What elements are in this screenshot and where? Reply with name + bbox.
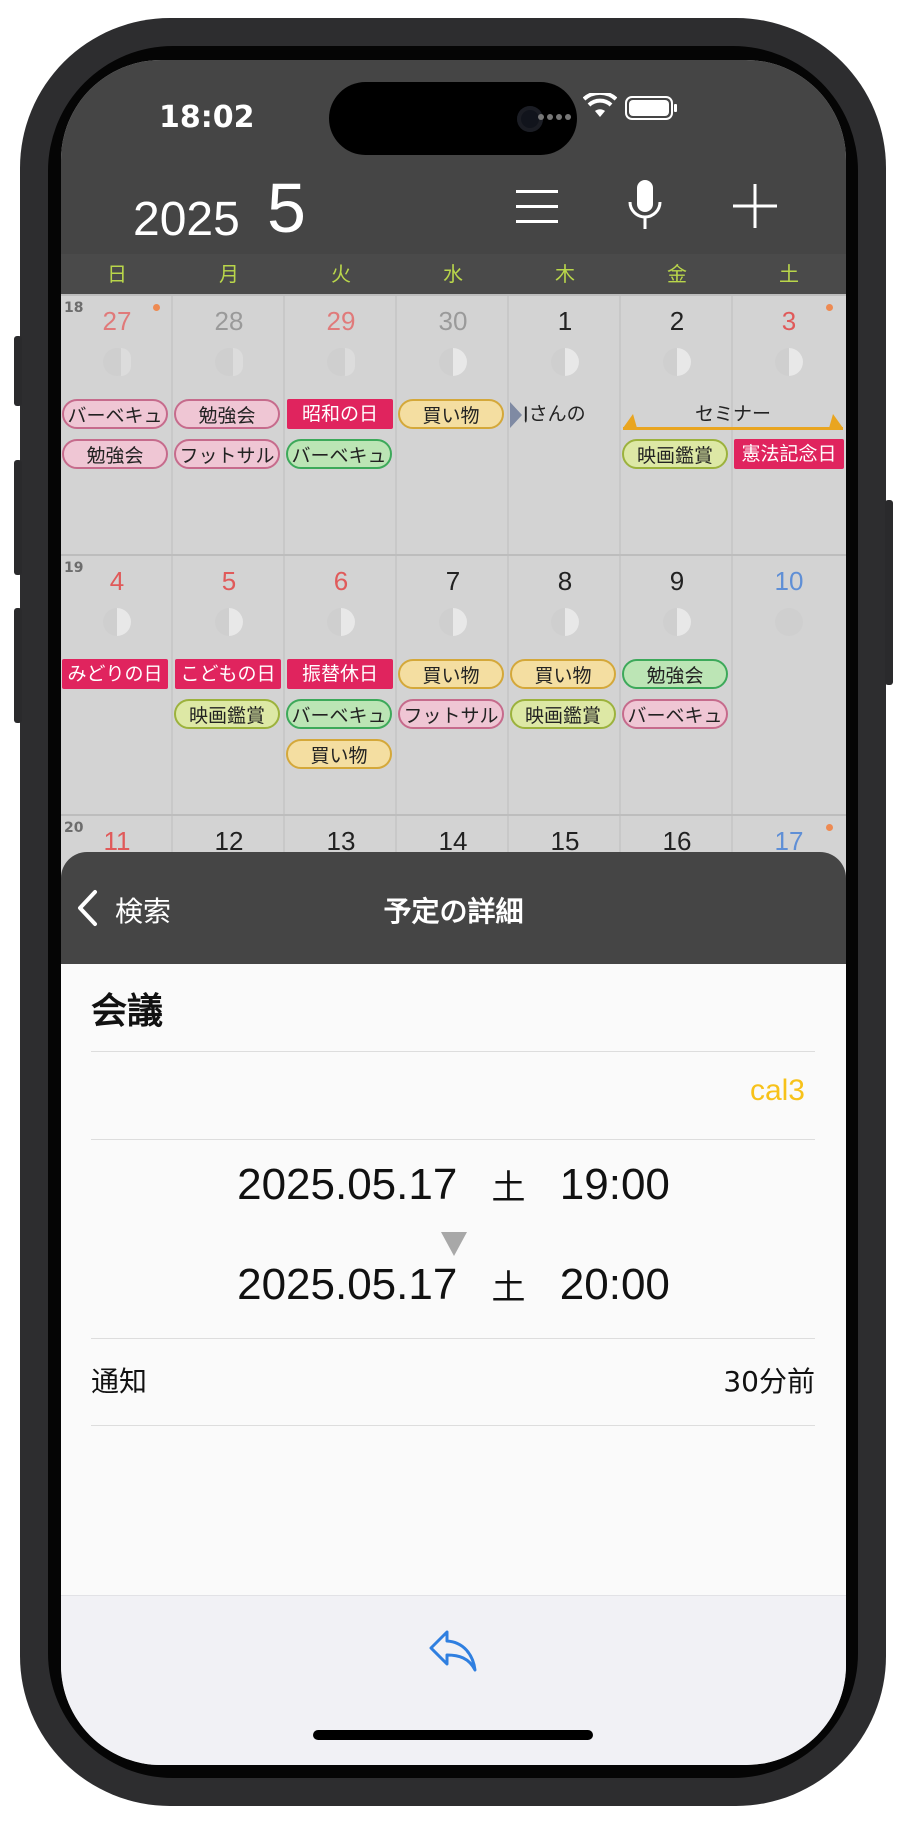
day-number[interactable]: 6 [285,566,397,597]
moon-phase-icon [439,348,467,376]
holiday-chip[interactable]: 昭和の日 [287,399,393,429]
weekday-tue: 火 [331,262,351,286]
continuation-arrow-icon [510,402,522,432]
event-chip[interactable]: 映画鑑賞 [510,699,616,729]
day-number[interactable]: 10 [733,566,845,597]
day-number[interactable]: 9 [621,566,733,597]
day-number[interactable]: 29 [285,306,397,337]
power-button [885,500,893,685]
event-dot [153,304,160,311]
weekday-fri: 金 [667,262,687,286]
weekday-header: 日 月 火 水 木 金 土 [61,254,846,294]
notification-value[interactable]: 30分前 [91,1360,815,1400]
moon-phase-icon [327,348,355,376]
week-row: 19 4 5 6 7 8 9 10 みどりの日 こどもの日 映画鑑賞 振替休日 … [61,554,846,816]
divider [91,1338,815,1339]
holiday-chip[interactable]: こどもの日 [175,659,281,689]
end-time: 20:00 [559,1260,670,1309]
day-number[interactable]: 7 [397,566,509,597]
event-chip[interactable]: フットサル [174,439,280,469]
moon-phase-icon [439,608,467,636]
reply-icon[interactable] [427,1628,479,1678]
event-chip[interactable]: バーベキュ [286,439,392,469]
start-weekday: 土 [491,1169,526,1207]
wifi-icon [582,90,618,123]
home-indicator [313,1730,593,1740]
holiday-chip[interactable]: 憲法記念日 [734,439,844,469]
day-number[interactable]: 4 [61,566,173,597]
weekday-wed: 水 [443,262,463,286]
week-row: 18 27 28 29 30 1 2 3 バーベキュ 勉強会 勉強会 フットサル… [61,294,846,556]
moon-phase-icon [663,348,691,376]
status-time: 18:02 [159,100,255,135]
menu-icon[interactable] [516,186,558,230]
moon-phase-icon [775,608,803,636]
day-number[interactable]: 5 [173,566,285,597]
moon-phase-icon [103,608,131,636]
divider [91,1051,815,1052]
day-number[interactable]: 8 [509,566,621,597]
day-number[interactable]: 30 [397,306,509,337]
weekday-sat: 土 [779,262,799,286]
holiday-chip[interactable]: 振替休日 [287,659,393,689]
plus-icon[interactable] [733,184,777,232]
month-label[interactable]: 5 [267,168,306,248]
day-number[interactable]: 2 [621,306,733,337]
screen: 18:02 2025 5 日 月 火 水 木 金 土 18 27 28 29 3… [61,60,846,1765]
moon-phase-icon [215,608,243,636]
arrow-down-icon [441,1232,467,1260]
holiday-chip[interactable]: みどりの日 [62,659,168,689]
weekday-thu: 木 [555,262,575,286]
signal-icon [537,108,573,127]
event-chip[interactable]: 映画鑑賞 [174,699,280,729]
event-title[interactable]: 会議 [91,982,163,1034]
detail-panel-header: 検索 予定の詳細 [61,852,846,964]
microphone-icon[interactable] [625,178,665,238]
calendar-name[interactable]: cal3 [91,1074,805,1108]
weekday-mon: 月 [219,262,239,286]
end-date: 2025.05.17 [237,1260,458,1309]
moon-phase-icon [775,348,803,376]
divider [91,1139,815,1140]
event-chip[interactable]: 買い物 [510,659,616,689]
detail-panel-body: 会議 cal3 2025.05.17 土 19:00 2025.05.17 土 … [61,964,846,1595]
span-event-label: セミナー [694,403,771,425]
start-time: 19:00 [559,1160,670,1209]
end-datetime[interactable]: 2025.05.17 土 20:00 [61,1260,846,1310]
event-chip[interactable]: 買い物 [398,399,504,429]
event-chip[interactable]: バーベキュ [622,699,728,729]
end-weekday: 土 [491,1269,526,1307]
event-chip[interactable]: バーベキュ [62,399,168,429]
start-date: 2025.05.17 [237,1160,458,1209]
moon-phase-icon [103,348,131,376]
calendar-header: 18:02 2025 5 [61,60,846,254]
event-chip[interactable]: 勉強会 [174,399,280,429]
event-chip[interactable]: 映画鑑賞 [622,439,728,469]
year-label[interactable]: 2025 [133,192,240,247]
battery-icon [625,96,679,124]
divider [91,1425,815,1426]
moon-phase-icon [327,608,355,636]
event-chip[interactable]: 買い物 [286,739,392,769]
event-dot [826,824,833,831]
start-datetime[interactable]: 2025.05.17 土 19:00 [61,1160,846,1210]
day-number[interactable]: 1 [509,306,621,337]
moon-phase-icon [663,608,691,636]
day-number[interactable]: 28 [173,306,285,337]
event-chip[interactable]: Jさんの [523,399,619,429]
event-chip[interactable]: 勉強会 [622,659,728,689]
moon-phase-icon [215,348,243,376]
event-chip[interactable]: バーベキュ [286,699,392,729]
weekday-sun: 日 [107,262,127,286]
event-chip[interactable]: フットサル [398,699,504,729]
moon-phase-icon [551,348,579,376]
event-dot [826,304,833,311]
panel-title: 予定の詳細 [383,895,524,928]
event-chip[interactable]: 買い物 [398,659,504,689]
event-chip[interactable]: 勉強会 [62,439,168,469]
span-event[interactable]: セミナー [623,400,843,430]
moon-phase-icon [551,608,579,636]
